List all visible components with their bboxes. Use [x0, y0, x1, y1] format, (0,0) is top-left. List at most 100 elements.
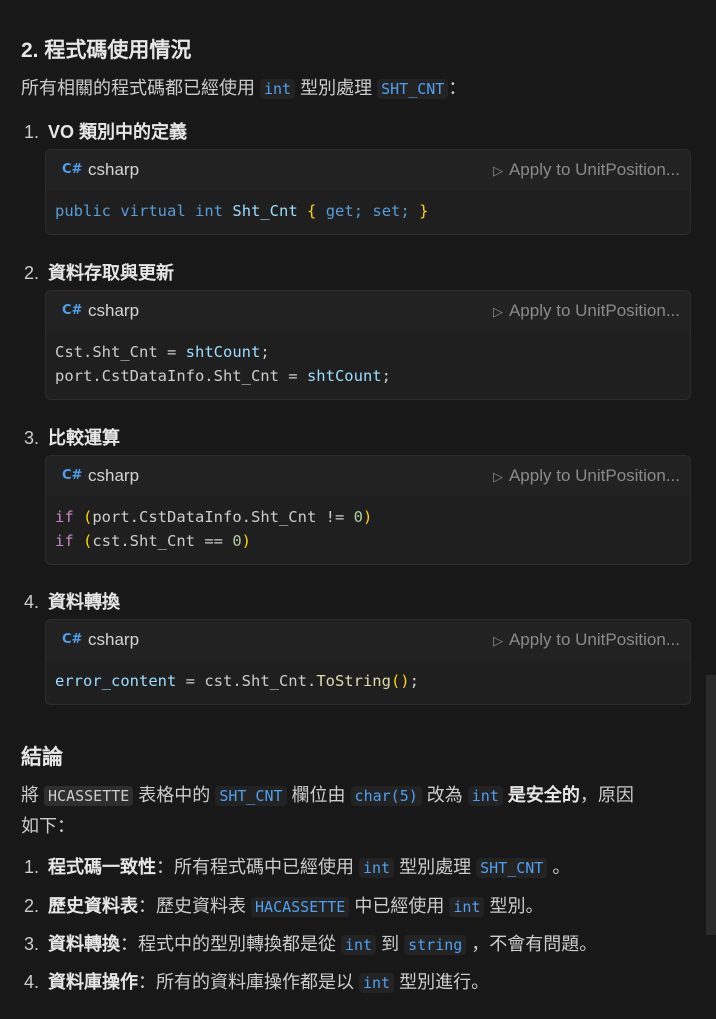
code-content: error_content = cst.Sht_Cnt.ToString(); — [46, 660, 690, 703]
code-token: port.CstDataInfo.Sht_Cnt != — [92, 508, 354, 526]
list-item: 1. VO 類別中的定義 — [24, 118, 187, 144]
text: 表格中的 — [133, 785, 216, 805]
code-block: C# csharp ▷ Apply to UnitPosition... Cst.… — [45, 290, 691, 400]
code-block-header: C# csharp ▷ Apply to UnitPosition... — [46, 620, 690, 660]
code-token: shtCount — [306, 367, 382, 385]
inline-code: HACASSETTE — [251, 897, 350, 917]
code-token: { — [307, 202, 317, 220]
code-token: public — [55, 202, 111, 220]
code-token: if — [55, 508, 74, 526]
list-number: 1. — [24, 857, 40, 877]
text: 中已經使用 — [349, 896, 450, 916]
inline-code: int — [359, 973, 395, 993]
scrollbar-thumb[interactable] — [706, 675, 716, 935]
code-token: virtual — [120, 202, 186, 220]
inline-code: SHT_CNT — [215, 786, 287, 806]
code-token: if — [55, 532, 74, 550]
code-token: ) — [241, 532, 252, 550]
code-token: ; — [409, 672, 419, 690]
code-token: ( — [73, 508, 93, 526]
code-token: Sht_Cnt — [232, 202, 298, 220]
code-token: 0 — [353, 508, 363, 526]
language-label: csharp — [88, 160, 140, 179]
csharp-icon: C# — [62, 303, 83, 318]
inline-code: string — [404, 935, 467, 955]
code-token: } — [419, 202, 429, 220]
text: 改為 — [421, 785, 468, 805]
list-item: 3. 比較運算 — [24, 424, 120, 450]
csharp-icon: C# — [62, 162, 83, 177]
list-item: 4. 資料庫操作：所有的資料庫操作都是以 int 型別進行。 — [24, 968, 489, 994]
list-item: 3. 資料轉換：程式中的型別轉換都是從 int 到 string ，不會有問題。 — [24, 930, 597, 956]
text: 如下： — [21, 816, 75, 836]
code-token: ; — [381, 367, 391, 385]
code-token: port.CstDataInfo.Sht_Cnt — [55, 367, 279, 385]
inline-code: SHT_CNT — [377, 79, 449, 99]
intro-text: 型別處理 — [295, 78, 378, 98]
text: ，不會有問題。 — [466, 934, 598, 954]
play-icon: ▷ — [492, 304, 503, 319]
code-token: ToString — [316, 672, 391, 690]
list-number: 2. — [24, 263, 40, 283]
apply-button[interactable]: ▷ Apply to UnitPosition... — [493, 630, 680, 650]
inline-code: int — [341, 935, 377, 955]
inline-code: int — [260, 79, 296, 99]
list-title: 資料轉換 — [48, 934, 120, 954]
code-token: ; — [260, 343, 270, 361]
text: ：所有的資料庫操作都是以 — [138, 972, 359, 992]
text: 型別。 — [484, 896, 544, 916]
list-item: 1. 程式碼一致性：所有程式碼中已經使用 int 型別處理 SHT_CNT 。 — [24, 853, 570, 879]
inline-code: SHT_CNT — [476, 858, 548, 878]
code-token: get; — [325, 202, 364, 220]
text: 將 — [21, 785, 45, 805]
inline-code: int — [359, 858, 395, 878]
apply-label: Apply to UnitPosition... — [508, 630, 680, 649]
code-token: cst.Sht_Cnt == — [92, 532, 233, 550]
list-title: 資料轉換 — [48, 592, 120, 612]
list-item: 2. 歷史資料表：歷史資料表 HACASSETTE 中已經使用 int 型別。 — [24, 892, 543, 918]
code-token: shtCount — [185, 343, 261, 361]
code-block-header: C# csharp ▷ Apply to UnitPosition... — [46, 456, 690, 496]
apply-button[interactable]: ▷ Apply to UnitPosition... — [493, 466, 680, 486]
inline-code: HCASSETTE — [44, 786, 134, 806]
code-block-header: C# csharp ▷ Apply to UnitPosition... — [46, 291, 690, 331]
text: ，原因 — [579, 785, 634, 805]
code-token: ) — [362, 508, 373, 526]
list-title: VO 類別中的定義 — [48, 122, 188, 142]
list-number: 3. — [24, 428, 40, 448]
code-block-header: C# csharp ▷ Apply to UnitPosition... — [46, 150, 690, 190]
conclusion-heading: 結論 — [21, 746, 63, 769]
list-title: 資料存取與更新 — [48, 263, 174, 283]
code-block: C# csharp ▷ Apply to UnitPosition... if (… — [45, 455, 691, 565]
code-token: int — [195, 202, 224, 220]
text: 到 — [376, 934, 405, 954]
code-token: set; — [372, 202, 410, 220]
list-number: 4. — [24, 972, 40, 992]
list-title: 資料庫操作 — [48, 972, 138, 992]
conclusion-paragraph: 將 HCASSETTE 表格中的 SHT_CNT 欄位由 char(5) 改為 … — [21, 780, 691, 841]
text: ：歷史資料表 — [138, 896, 252, 916]
play-icon: ▷ — [492, 163, 503, 178]
apply-button[interactable]: ▷ Apply to UnitPosition... — [493, 301, 680, 321]
text: 欄位由 — [286, 785, 351, 805]
text: ：所有程式碼中已經使用 — [156, 857, 359, 877]
language-label: csharp — [88, 630, 140, 649]
play-icon: ▷ — [492, 469, 503, 484]
apply-label: Apply to UnitPosition... — [508, 301, 680, 320]
apply-label: Apply to UnitPosition... — [508, 466, 680, 485]
code-block: C# csharp ▷ Apply to UnitPosition... erro… — [45, 619, 691, 705]
code-token: () — [390, 672, 410, 690]
text: 型別進行 — [394, 972, 472, 992]
apply-button[interactable]: ▷ Apply to UnitPosition... — [493, 160, 680, 180]
list-number: 2. — [24, 896, 40, 916]
code-token: = — [157, 343, 186, 361]
apply-label: Apply to UnitPosition... — [508, 160, 680, 179]
code-content: if (port.CstDataInfo.Sht_Cnt != 0) if (c… — [46, 496, 690, 563]
list-title: 歷史資料表 — [48, 896, 138, 916]
code-token: = — [278, 367, 307, 385]
bold-text: 是安全的 — [507, 785, 580, 805]
code-token: 0 — [232, 532, 242, 550]
intro-paragraph: 所有相關的程式碼都已經使用 int 型別處理 SHT_CNT： — [21, 73, 466, 104]
list-title: 比較運算 — [48, 428, 120, 448]
intro-text: ： — [448, 78, 467, 98]
